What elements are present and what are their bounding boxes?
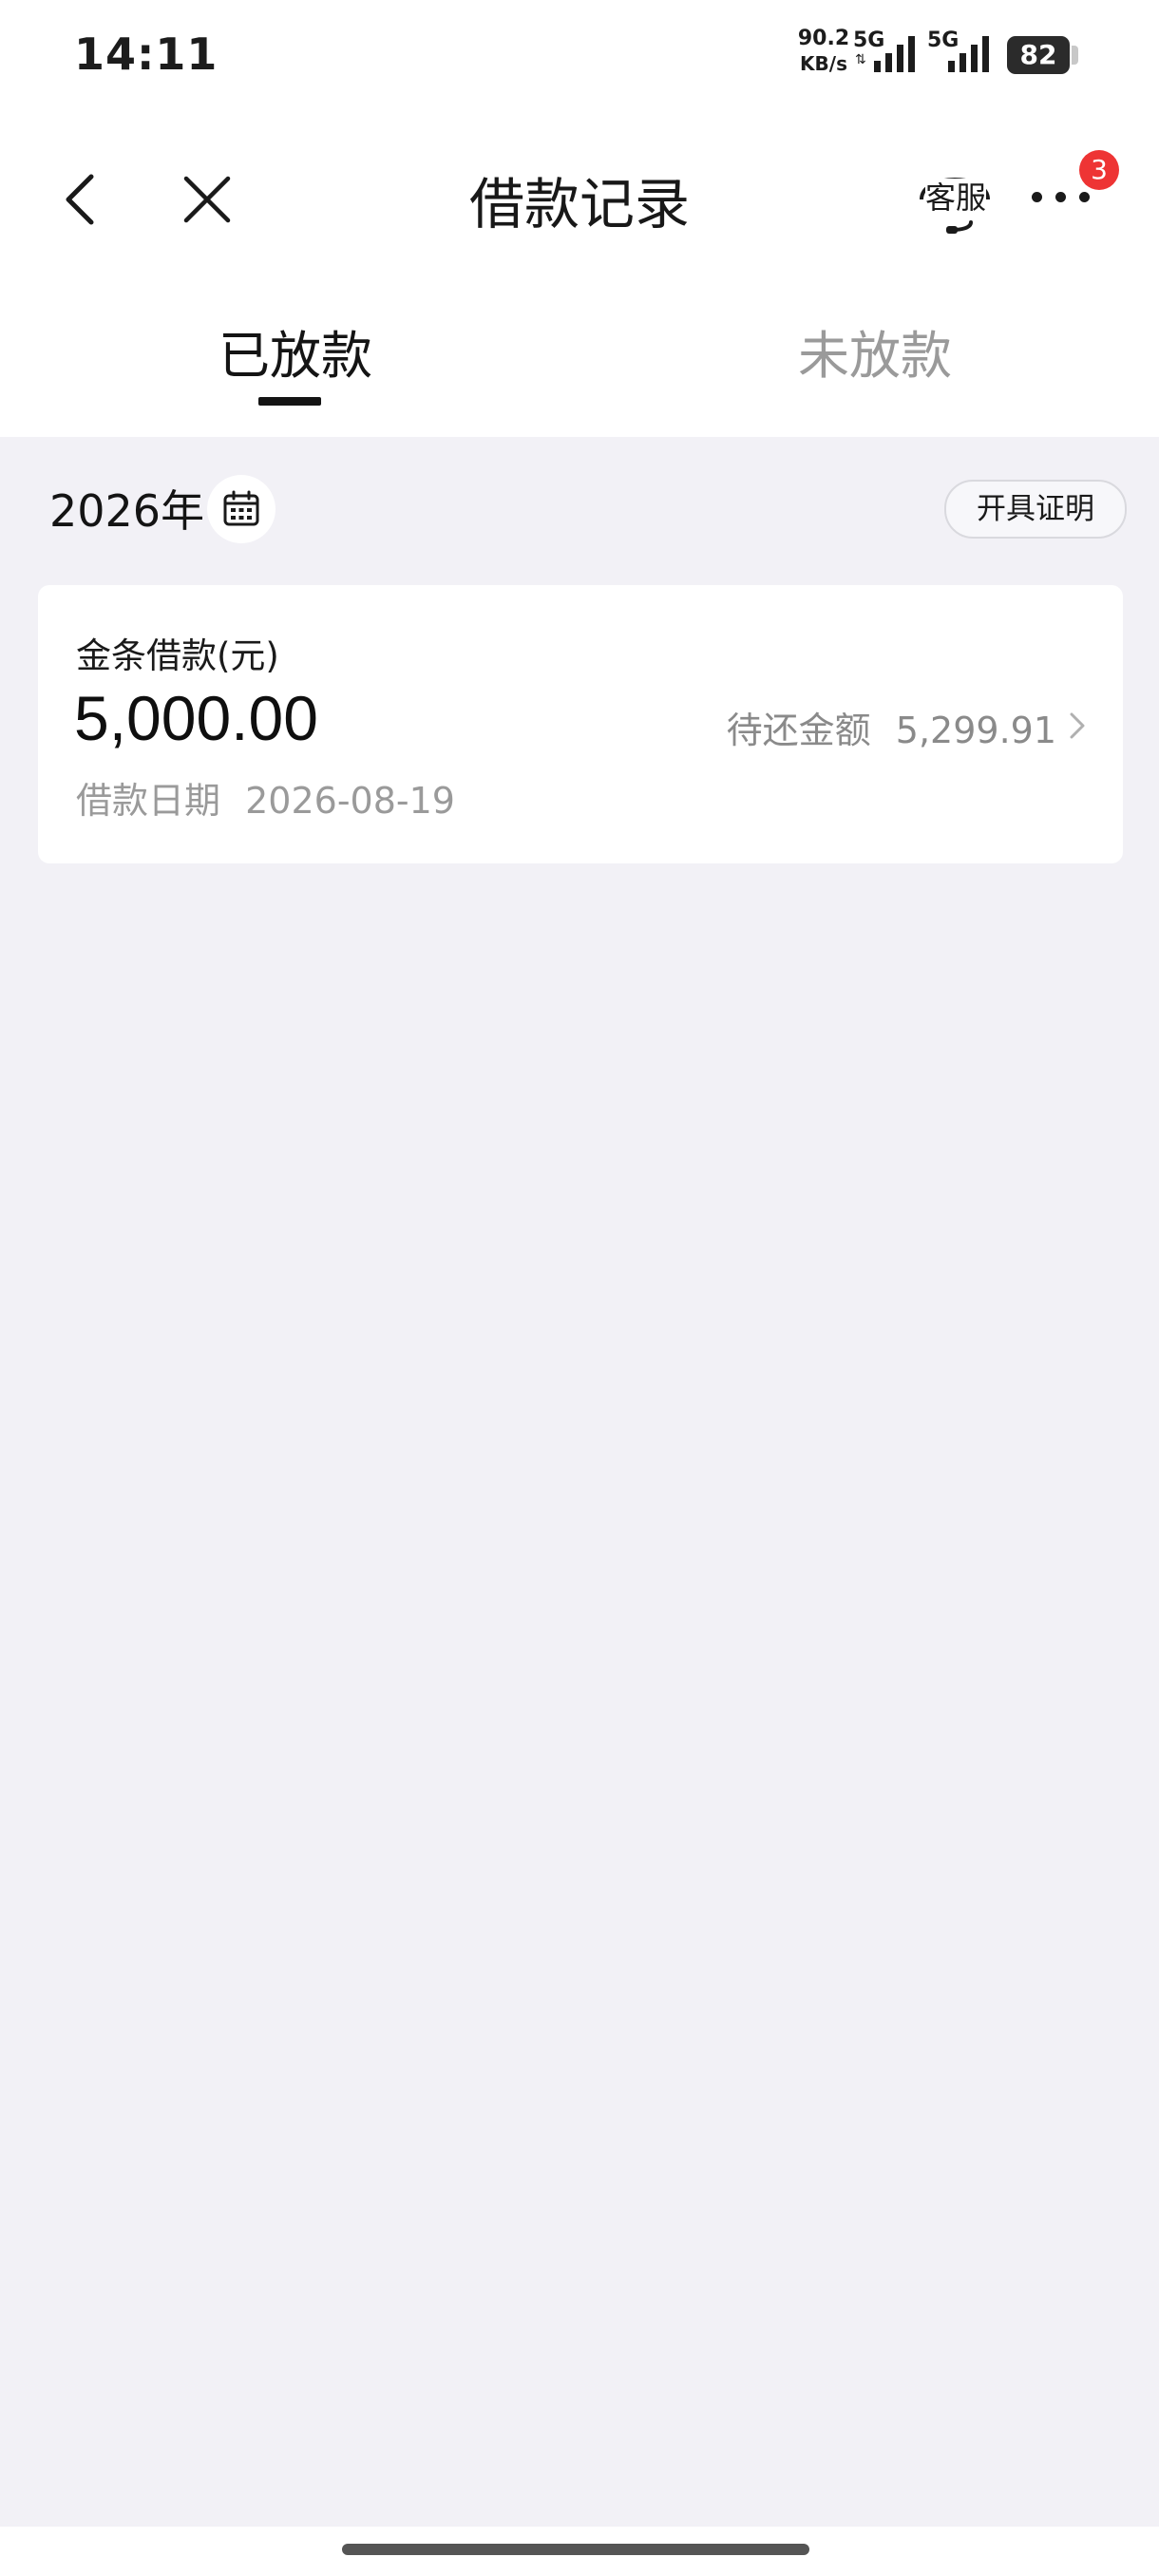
network-speed: 90.2 KB/s (794, 27, 853, 76)
loan-date-row: 借款日期 2026-08-19 (76, 771, 455, 824)
signal-bars-icon (948, 36, 989, 72)
customer-service-button[interactable]: 客服 (912, 161, 998, 237)
calendar-button[interactable] (207, 475, 276, 543)
pending-amount-row: 待还金额 5,299.91 (727, 701, 1056, 753)
signal-2: 5G (927, 28, 1003, 76)
pending-amount-label: 待还金额 (726, 710, 871, 751)
more-dot (1032, 192, 1042, 202)
active-tab-indicator (258, 397, 321, 406)
notification-badge: 3 (1079, 150, 1119, 190)
data-arrows-icon: ⇅ (855, 52, 866, 67)
signal-1: 5G ⇅ (853, 28, 929, 76)
page-title: 借款记录 (468, 172, 690, 237)
network-speed-value: 90.2 (797, 27, 850, 50)
calendar-icon (223, 490, 259, 526)
home-indicator[interactable] (342, 2544, 809, 2555)
loan-type-label: 金条借款(元) (76, 635, 279, 676)
year-selector-label[interactable]: 2026年 (49, 477, 204, 540)
more-dot (1079, 192, 1090, 202)
chevron-left-icon (66, 174, 94, 225)
back-button[interactable] (57, 171, 104, 228)
more-dot (1055, 192, 1066, 202)
chevron-right-icon (1070, 712, 1085, 739)
battery-tip (1072, 46, 1078, 65)
loan-date-value: 2026-08-19 (245, 780, 455, 822)
tab-released[interactable]: 已放款 (218, 313, 372, 388)
close-button[interactable] (180, 171, 234, 228)
customer-service-label: 客服 (925, 179, 987, 217)
loan-amount: 5,000.00 (74, 683, 318, 753)
loan-date-label: 借款日期 (76, 780, 221, 822)
network-speed-unit: KB/s (800, 52, 847, 75)
loan-record-card[interactable]: 金条借款(元) 5,000.00 借款日期 2026-08-19 待还金额 5,… (38, 585, 1123, 863)
pending-amount-value: 5,299.91 (895, 710, 1056, 751)
signal-bars-icon (874, 36, 915, 72)
tab-unreleased[interactable]: 未放款 (798, 313, 952, 388)
battery-indicator: 82 (1007, 36, 1070, 74)
issue-certificate-button[interactable]: 开具证明 (944, 480, 1127, 539)
close-icon (183, 176, 231, 223)
status-time: 14:11 (74, 28, 218, 80)
